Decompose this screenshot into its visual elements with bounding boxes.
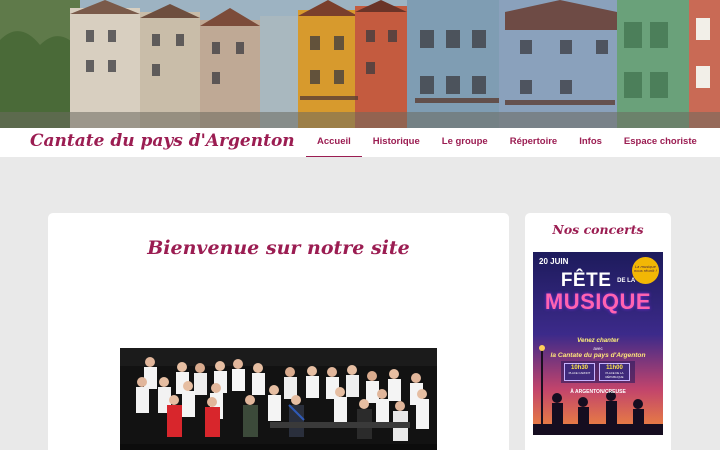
poster-avec-text: avec bbox=[593, 346, 603, 351]
main-content-card: Bienvenue sur notre site bbox=[48, 213, 509, 450]
poster-slot-2-place: PLACE DE LA RÉPUBLIQUE bbox=[605, 371, 624, 379]
poster-venez-text: Venez chanter bbox=[577, 337, 619, 344]
concerts-sidebar-card: Nos concerts 20 JUIN La musique nous réu… bbox=[525, 213, 671, 450]
welcome-heading: Bienvenue sur notre site bbox=[147, 237, 410, 259]
poster-fete-de-la: DE LA bbox=[617, 277, 636, 284]
main-navigation: Accueil Historique Le groupe Répertoire … bbox=[306, 128, 708, 157]
poster-city: À ARGENTON/CREUSE bbox=[570, 389, 626, 395]
poster-musique-title: MUSIQUE bbox=[544, 289, 652, 314]
choir-group-photo bbox=[120, 348, 437, 450]
poster-cantate-text: la Cantate du pays d'Argenton bbox=[550, 352, 646, 359]
nav-item-espace-choriste[interactable]: Espace choriste bbox=[613, 128, 708, 157]
poster-date: 20 JUIN bbox=[539, 257, 569, 266]
concert-poster[interactable]: 20 JUIN La musique nous réunit ! FÊTE DE… bbox=[533, 252, 663, 435]
nav-item-historique[interactable]: Historique bbox=[362, 128, 431, 157]
site-title[interactable]: Cantate du pays d'Argenton bbox=[30, 131, 295, 151]
concerts-heading: Nos concerts bbox=[552, 222, 644, 237]
nav-item-le-groupe[interactable]: Le groupe bbox=[431, 128, 499, 157]
nav-item-accueil[interactable]: Accueil bbox=[306, 128, 362, 157]
top-navbar: Cantate du pays d'Argenton Accueil Histo… bbox=[0, 128, 720, 157]
nav-item-repertoire[interactable]: Répertoire bbox=[499, 128, 569, 157]
poster-slot-1: 10h30 PLACE CARNOT bbox=[564, 363, 595, 381]
poster-slot-2: 11h00 PLACE DE LA RÉPUBLIQUE bbox=[599, 363, 630, 381]
poster-fete-word: FÊTE bbox=[560, 270, 612, 291]
nav-item-infos[interactable]: Infos bbox=[568, 128, 613, 157]
header-banner-image bbox=[0, 0, 720, 128]
poster-slot-1-place: PLACE CARNOT bbox=[568, 371, 591, 375]
